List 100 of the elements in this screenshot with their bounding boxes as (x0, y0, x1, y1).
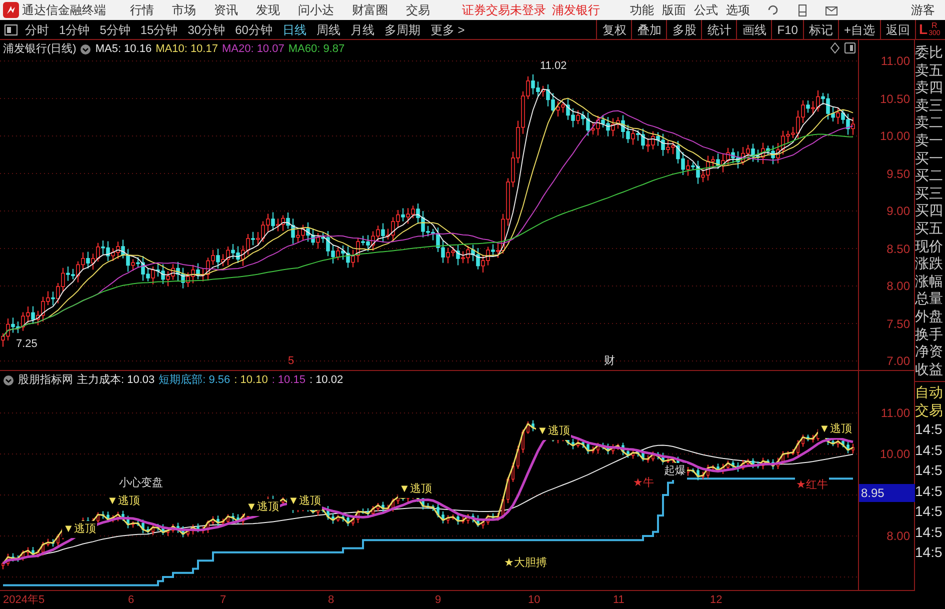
period-tab[interactable]: 日线 (277, 20, 312, 38)
signal-label: ▼逃顶 (818, 421, 853, 438)
axis-label: 10 (528, 593, 540, 608)
quote-label: 卖一 (915, 132, 944, 150)
app-logo-icon (3, 2, 19, 18)
login-status[interactable]: 证券交易未登录 (462, 1, 546, 19)
quote-label: 外盘 (915, 308, 944, 326)
panel-icon (844, 42, 856, 54)
axis-label: 6 (128, 593, 134, 608)
indicator-title: 股朋指标网 (18, 373, 73, 388)
quote-label: 换手 (915, 326, 944, 344)
toolbar-button[interactable]: 画线 (736, 20, 772, 39)
panel-toggle-icon[interactable] (4, 22, 18, 36)
axis-label: 11.00 (880, 53, 910, 70)
period-tab[interactable]: 月线 (345, 20, 380, 38)
quote-label: 卖五 (915, 62, 944, 80)
toolbar-button[interactable]: 复权 (596, 20, 632, 39)
menu-item[interactable]: 选项 (726, 1, 750, 19)
signal-label: ▼逃顶 (536, 423, 571, 440)
chart-title: 浦发银行(日线) (3, 42, 76, 57)
axis-label: 9.50 (886, 166, 910, 182)
ma-value: MA10: 10.17 (156, 42, 218, 57)
dropdown-icon (3, 374, 14, 386)
menu-item[interactable]: 功能 (630, 1, 654, 19)
menu-item[interactable]: 交易 (406, 1, 430, 19)
quote-label: 总量 (915, 290, 944, 308)
quote-label: 现价 (915, 238, 944, 256)
axis-label: 2024年5 (3, 593, 45, 608)
user-name[interactable]: 游客 (911, 1, 935, 19)
trade-time: 14:5 (915, 543, 944, 562)
stock-name: 浦发银行 (552, 2, 600, 19)
menu-item[interactable]: 市场 (172, 1, 196, 19)
ma-value: MA20: 10.07 (222, 42, 284, 57)
signal-label: ▼逃顶 (398, 481, 433, 498)
price-label: 11.02 (540, 59, 567, 74)
period-tab[interactable]: 周线 (311, 20, 346, 38)
indicator-value: 短期底部: 9.56 (158, 372, 230, 388)
trade-time: 14:5 (915, 482, 944, 501)
axis-label: 9.00 (886, 203, 910, 220)
menu-item[interactable]: 版面 (662, 1, 686, 19)
menu-item[interactable]: 问小达 (298, 1, 334, 19)
toolbar-button[interactable]: 返回 (880, 20, 915, 39)
menu-item[interactable]: 公式 (694, 1, 718, 19)
toolbar-button[interactable]: +自选 (838, 20, 880, 39)
trade-time: 14:5 (915, 420, 944, 440)
axis-label: 8.00 (886, 528, 910, 545)
period-tab[interactable]: 分时 (20, 20, 54, 38)
signal-label: ▼逃顶 (287, 493, 322, 510)
quote-label: 买五 (915, 220, 944, 238)
event-marker: 财 (604, 354, 615, 368)
axis-label: 7.00 (886, 353, 910, 370)
period-tab[interactable]: 1分钟 (54, 20, 95, 38)
quote-label: 买四 (915, 202, 944, 220)
menu-item[interactable]: 资讯 (214, 1, 238, 19)
indicator-value: : 10.10 (234, 373, 268, 388)
quote-label: 卖四 (915, 79, 944, 97)
quote-label: 涨幅 (915, 272, 944, 290)
axis-label: 11 (613, 593, 624, 608)
signal-label: ▼逃顶 (62, 521, 97, 538)
axis-label: 10.00 (880, 446, 910, 463)
period-tab[interactable]: 15分钟 (135, 20, 183, 38)
axis-label: 10.50 (880, 90, 910, 108)
axis-label: 8.50 (886, 240, 910, 258)
period-tab[interactable]: 5分钟 (94, 20, 136, 38)
menu-item[interactable]: 行情 (130, 1, 154, 19)
axis-label: 8 (328, 593, 334, 608)
price-label: 7.25 (16, 337, 38, 352)
quote-label: 买一 (915, 150, 944, 168)
quote-label: 收益 (915, 360, 944, 378)
signal-label: 起爆 (663, 463, 687, 480)
axis-label: 11.00 (880, 405, 910, 422)
toolbar-button[interactable]: F10 (771, 20, 803, 39)
period-tab[interactable]: 30分钟 (182, 20, 230, 38)
axis-label: 7 (220, 593, 226, 608)
trade-panel-title: 自动 (915, 384, 944, 402)
dropdown-icon (80, 44, 92, 55)
period-tab[interactable]: 更多 > (425, 20, 470, 38)
period-tab[interactable]: 60分钟 (230, 20, 278, 38)
period-tab[interactable]: 多周期 (379, 20, 426, 38)
quote-label: 买三 (915, 184, 944, 202)
toolbar-button[interactable]: 统计 (701, 20, 736, 39)
ma-value: MA60: 9.87 (288, 42, 345, 57)
trade-time: 14:5 (915, 502, 944, 522)
toolbar-button[interactable]: 叠加 (631, 20, 666, 39)
trade-panel-title: 交易 (915, 402, 944, 420)
signal-label: ▼逃顶 (245, 499, 280, 516)
quote-label: 涨跌 (915, 255, 944, 273)
axis-label: 7.50 (886, 316, 910, 332)
trade-time: 14:5 (915, 461, 944, 480)
toolbar-button[interactable]: 标记 (802, 20, 838, 39)
quote-label: 净资 (915, 343, 944, 361)
trade-time: 14:5 (915, 522, 944, 542)
axis-label: 8.00 (886, 278, 910, 295)
diamond-icon (830, 42, 840, 54)
menu-item[interactable]: 发现 (256, 1, 280, 19)
toolbar-button[interactable]: 多股 (666, 20, 702, 39)
indicator-value: 主力成本: 10.03 (77, 372, 155, 388)
menu-item[interactable]: 财富圈 (352, 1, 388, 19)
quote-label: 买二 (915, 167, 944, 185)
event-marker: 5 (288, 354, 294, 368)
